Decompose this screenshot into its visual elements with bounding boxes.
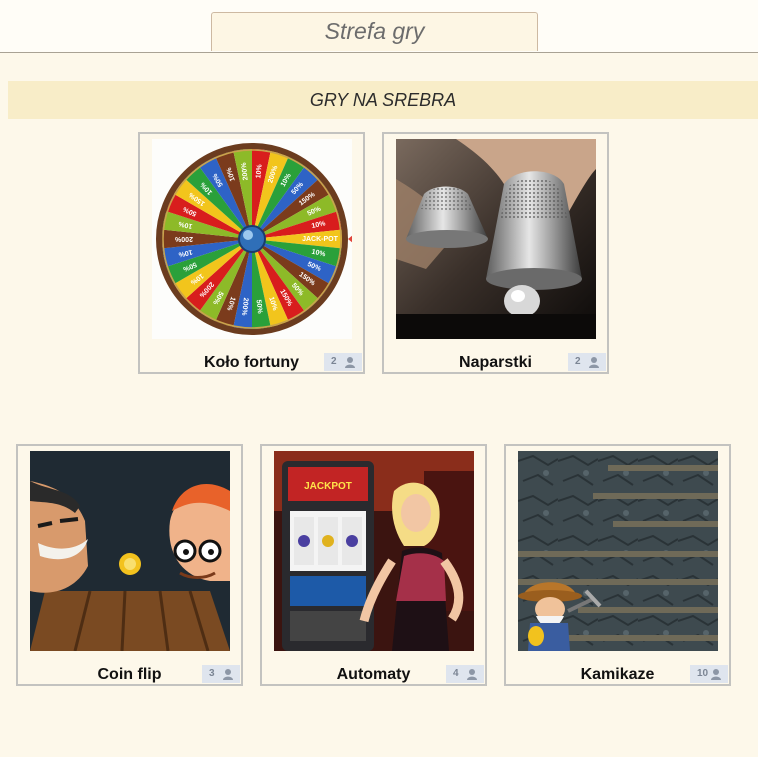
game-tile-kolo-fortuny[interactable]: 10% 200% 10% 50% 150% 50% 10% JACK-POT 10% 50% 150… — [138, 132, 365, 374]
tab-strefa-gry[interactable]: Strefa gry — [211, 12, 538, 51]
player-count-badge: 2 — [568, 353, 606, 371]
game-tile-automaty[interactable]: JACKPOT Automaty 4 — [260, 444, 487, 686]
kamikaze-thumbnail — [518, 451, 718, 651]
fortune-wheel-image: 10% 200% 10%50%150%50%10%JACK-POT10%50%150… — [152, 139, 352, 339]
coin-flip-image — [30, 451, 230, 651]
naparstki-thumbnail — [396, 139, 596, 339]
wheel-slice-label: 200% — [174, 235, 193, 242]
section-title: GRY NA SREBRA — [8, 81, 758, 119]
player-count-badge: 3 — [202, 665, 240, 683]
automaty-thumbnail: JACKPOT — [274, 451, 474, 651]
user-icon — [711, 669, 721, 680]
player-count: 4 — [453, 668, 459, 679]
user-icon — [467, 669, 477, 680]
player-count: 3 — [209, 668, 215, 679]
game-tile-coin-flip[interactable]: Coin flip 3 — [16, 444, 243, 686]
coin-flip-thumbnail — [30, 451, 230, 651]
thimbles-image — [396, 139, 596, 339]
player-count: 2 — [575, 356, 581, 367]
kamikaze-mine-image — [518, 451, 718, 651]
player-count: 2 — [331, 356, 337, 367]
user-icon — [589, 357, 599, 368]
user-icon — [345, 357, 355, 368]
player-count: 10 — [697, 668, 709, 679]
player-count-badge: 4 — [446, 665, 484, 683]
player-count-badge: 10 — [690, 665, 728, 683]
kolo-fortuny-thumbnail: 10% 200% 10% 50% 150% 50% 10% JACK-POT 10% 50% 150… — [152, 139, 352, 339]
game-tile-kamikaze[interactable]: Kamikaze 10 — [504, 444, 731, 686]
top-bar: Strefa gry — [0, 0, 758, 53]
user-icon — [223, 669, 233, 680]
slot-machine-image: JACKPOT — [274, 451, 474, 651]
player-count-badge: 2 — [324, 353, 362, 371]
game-tile-naparstki[interactable]: Naparstki 2 — [382, 132, 609, 374]
slot-jackpot-label: JACKPOT — [304, 481, 352, 492]
wheel-slice-label: JACK-POT — [302, 236, 339, 243]
